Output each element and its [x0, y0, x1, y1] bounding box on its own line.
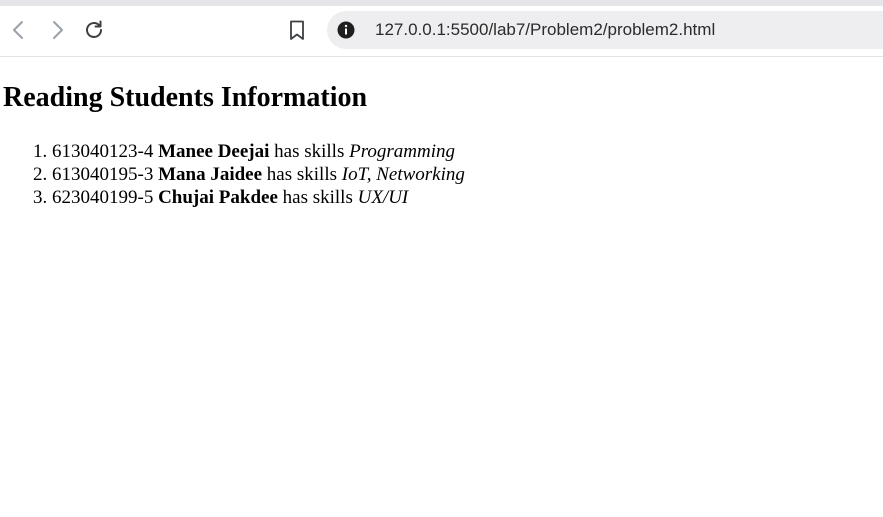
- address-bar[interactable]: 127.0.0.1:5500/lab7/Problem2/problem2.ht…: [327, 11, 883, 49]
- reload-icon: [86, 20, 102, 38]
- back-button[interactable]: [6, 17, 32, 43]
- skills-connector: has skills: [266, 164, 337, 185]
- student-id: 623040199-5: [52, 187, 154, 208]
- tab-strip-edge: [0, 0, 883, 6]
- skills-connector: has skills: [274, 141, 345, 162]
- reload-button[interactable]: [81, 17, 107, 43]
- skills-connector: has skills: [282, 187, 353, 208]
- back-arrow-icon: [13, 21, 23, 39]
- list-item: 613040195-3 Mana Jaidee has skills IoT, …: [52, 163, 465, 186]
- bookmark-icon: [290, 20, 304, 40]
- forward-button[interactable]: [44, 17, 70, 43]
- list-item: 623040199-5 Chujai Pakdee has skills UX/…: [52, 186, 465, 209]
- bookmark-button[interactable]: [284, 17, 310, 43]
- student-id: 613040123-4: [52, 141, 154, 162]
- student-skills: IoT, Networking: [341, 164, 465, 185]
- browser-toolbar: 127.0.0.1:5500/lab7/Problem2/problem2.ht…: [0, 0, 883, 57]
- page-title: Reading Students Information: [3, 82, 368, 113]
- student-list: 613040123-4 Manee Deejai has skills Prog…: [0, 140, 465, 209]
- student-name: Manee Deejai: [158, 141, 270, 162]
- student-name: Mana Jaidee: [158, 164, 263, 185]
- site-info-icon[interactable]: [337, 21, 355, 39]
- student-skills: Programming: [349, 141, 456, 162]
- list-item: 613040123-4 Manee Deejai has skills Prog…: [52, 140, 465, 163]
- student-name: Chujai Pakdee: [158, 187, 278, 208]
- student-skills: UX/UI: [357, 187, 409, 208]
- forward-arrow-icon: [53, 21, 63, 39]
- page-content: Reading Students Information 613040123-4…: [0, 57, 883, 517]
- url-text[interactable]: 127.0.0.1:5500/lab7/Problem2/problem2.ht…: [375, 20, 715, 40]
- student-id: 613040195-3: [52, 164, 154, 185]
